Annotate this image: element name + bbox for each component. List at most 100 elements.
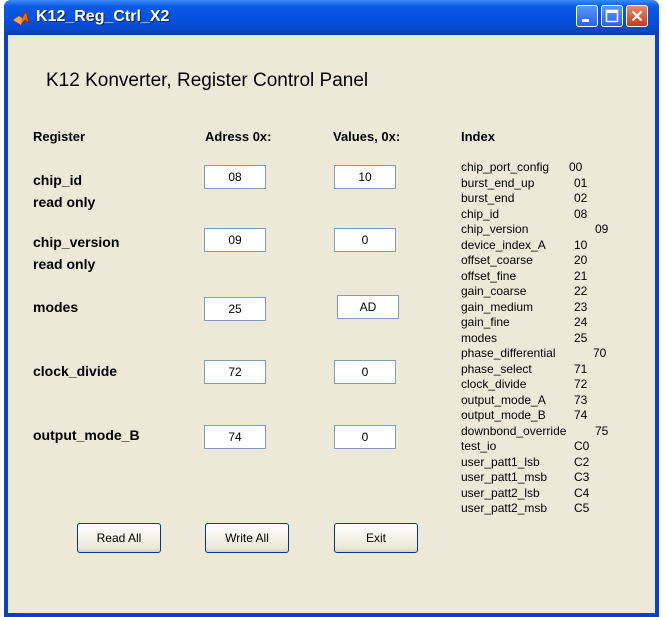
index-register-name: chip_id	[461, 206, 500, 221]
address-field-modes[interactable]	[204, 297, 266, 321]
index-register-name: output_mode_B	[461, 408, 546, 422]
index-row: burst_end_up 01	[461, 176, 633, 191]
index-row: test_io C0	[461, 439, 633, 454]
register-name-clock-divide: clock_divide	[33, 360, 117, 382]
index-row: modes 25	[461, 331, 633, 346]
panel-heading: K12 Konverter, Register Control Panel	[46, 70, 369, 91]
index-row: user_patt1_lsb C2	[461, 455, 633, 470]
index-row: user_patt1_msb C3	[461, 470, 633, 485]
index-register-code: C5	[574, 501, 590, 515]
index-register-name: user_patt2_lsb	[461, 485, 540, 500]
register-name: chip_id	[33, 172, 83, 188]
value-field-chip-id[interactable]	[334, 165, 396, 189]
index-register-name: gain_coarse	[461, 284, 527, 298]
value-field-clock-divide[interactable]	[334, 360, 396, 384]
index-register-code: 20	[574, 253, 588, 267]
address-field-clock-divide[interactable]	[204, 360, 266, 384]
minimize-icon	[582, 19, 589, 22]
index-register-name: user_patt1_msb	[461, 470, 548, 484]
address-field-chip-version[interactable]	[204, 228, 266, 252]
index-register-code: C2	[574, 454, 590, 469]
exit-button[interactable]: Exit	[334, 523, 418, 553]
index-register-name: user_patt1_lsb	[461, 454, 540, 469]
index-row: burst_end 02	[461, 191, 633, 206]
address-column-header: Adress 0x:	[205, 129, 272, 144]
index-register-code: C0	[574, 439, 590, 453]
index-row: offset_coarse 20	[461, 253, 633, 268]
index-row: gain_fine 24	[461, 315, 633, 330]
index-row: gain_coarse 22	[461, 284, 633, 299]
index-register-code: 74	[574, 408, 588, 422]
maximize-icon	[605, 9, 619, 23]
index-register-name: gain_fine	[461, 315, 510, 329]
close-icon	[631, 10, 643, 22]
index-register-name: modes	[461, 330, 498, 345]
index-register-name: output_mode_A	[461, 392, 546, 407]
value-field-modes[interactable]	[337, 295, 399, 319]
index-register-code: C4	[574, 485, 590, 500]
index-register-name: chip_version	[461, 222, 529, 236]
index-row: user_patt2_msb C5	[461, 501, 633, 516]
index-register-name: burst_end	[461, 191, 515, 205]
index-row: offset_fine 21	[461, 269, 633, 284]
index-register-name: offset_fine	[461, 268, 517, 283]
index-register-code: 21	[574, 268, 588, 283]
index-row: chip_port_config 00	[461, 160, 633, 175]
values-column-header: Values, 0x:	[333, 129, 401, 144]
index-register-code: 24	[574, 315, 588, 329]
register-name-chip-version: chip_version read only	[33, 231, 119, 275]
index-register-code: 22	[574, 284, 588, 298]
index-register-code: 25	[574, 330, 588, 345]
maximize-button[interactable]	[601, 5, 623, 27]
index-register-code: C3	[574, 470, 590, 484]
index-row: chip_version 09	[461, 222, 633, 237]
close-button[interactable]	[626, 5, 648, 27]
value-field-chip-version[interactable]	[334, 228, 396, 252]
index-register-code: 01	[574, 175, 588, 190]
index-register-code: 75	[595, 423, 609, 438]
register-note: read only	[33, 256, 96, 272]
index-register-code: 08	[574, 206, 588, 221]
minimize-button[interactable]	[576, 5, 598, 27]
index-register-code: 72	[574, 377, 588, 391]
index-register-name: device_index_A	[461, 237, 546, 252]
title-bar[interactable]: K12_Reg_Ctrl_X2	[4, 0, 659, 35]
index-register-name: user_patt2_msb	[461, 501, 548, 515]
index-register-name: test_io	[461, 439, 497, 453]
index-row: user_patt2_lsb C4	[461, 486, 633, 501]
index-register-name: clock_divide	[461, 377, 527, 391]
index-register-code: 09	[595, 222, 609, 236]
index-row: downbond_override 75	[461, 424, 633, 439]
index-row: phase_differential 70	[461, 346, 633, 361]
register-name: clock_divide	[33, 363, 118, 379]
index-row: output_mode_A 73	[461, 393, 633, 408]
register-name: output_mode_B	[33, 427, 140, 443]
register-name-chip-id: chip_id read only	[33, 169, 95, 213]
index-register-name: phase_select	[461, 361, 532, 376]
index-register-code: 73	[574, 392, 588, 407]
window-title: K12_Reg_Ctrl_X2	[36, 8, 170, 25]
matlab-logo-icon	[12, 9, 30, 26]
index-row: gain_medium 23	[461, 300, 633, 315]
index-row: clock_divide 72	[461, 377, 633, 392]
index-register-name: burst_end_up	[461, 175, 535, 190]
index-row: phase_select 71	[461, 362, 633, 377]
register-note: read only	[33, 194, 96, 210]
write-all-button[interactable]: Write All	[205, 523, 289, 553]
app-window: K12_Reg_Ctrl_X2 K12 Konverter, Register …	[4, 0, 659, 617]
address-field-output-mode-b[interactable]	[204, 425, 266, 449]
register-column-header: Register	[33, 129, 86, 144]
index-register-name: gain_medium	[461, 299, 534, 314]
index-row: device_index_A 10	[461, 238, 633, 253]
address-field-chip-id[interactable]	[204, 165, 266, 189]
index-register-name: downbond_override	[461, 423, 567, 438]
index-row: chip_id 08	[461, 207, 633, 222]
register-name: chip_version	[33, 234, 120, 250]
index-register-name: phase_differential	[461, 346, 556, 360]
read-all-button[interactable]: Read All	[77, 523, 161, 553]
index-header: Index	[461, 129, 495, 144]
index-register-code: 71	[574, 361, 588, 376]
value-field-output-mode-b[interactable]	[334, 425, 396, 449]
register-name: modes	[33, 299, 79, 315]
control-panel: K12 Konverter, Register Control Panel Re…	[8, 35, 655, 613]
